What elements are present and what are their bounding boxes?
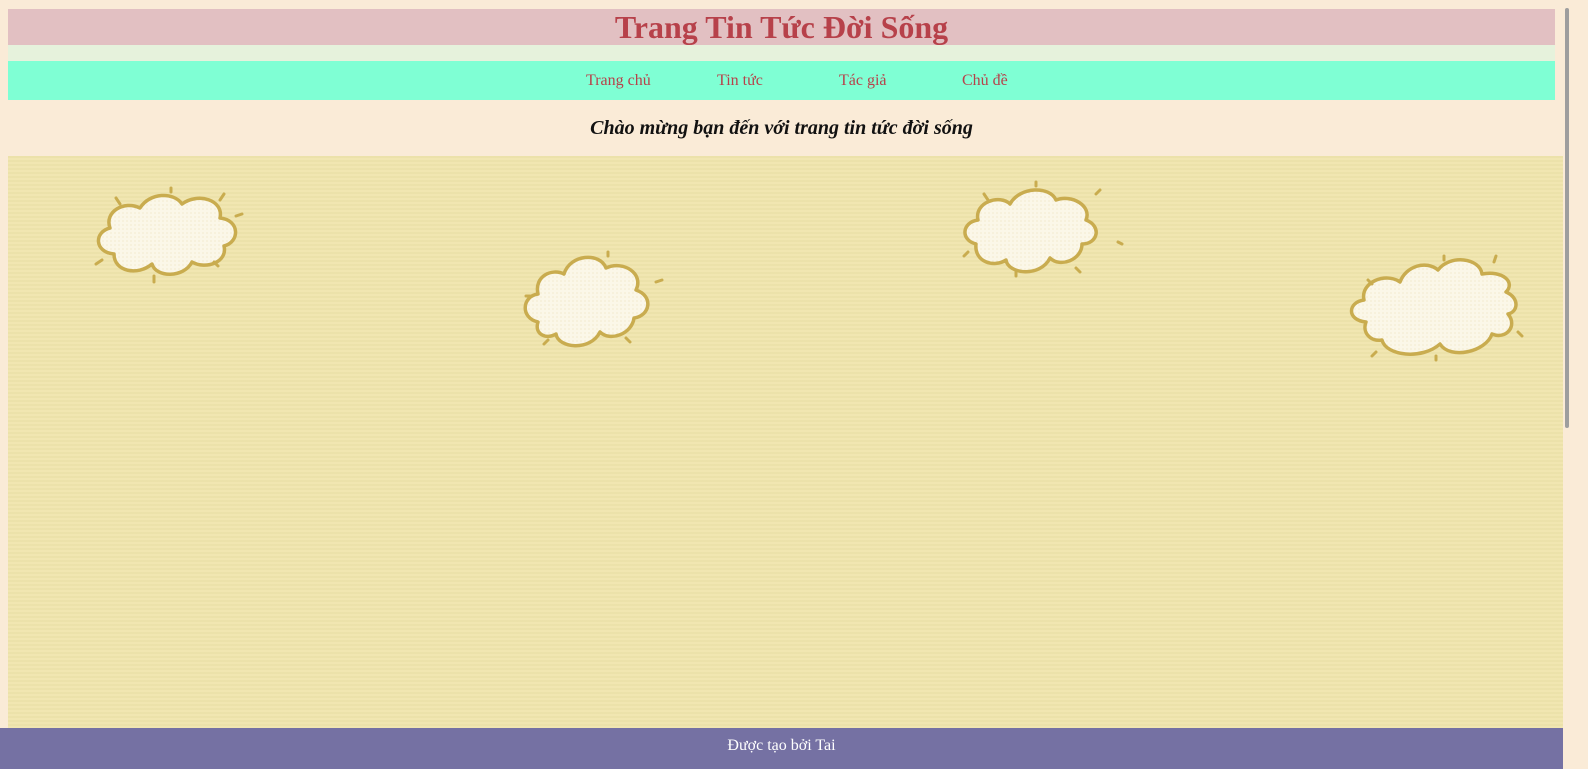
nav-link-topics[interactable]: Chủ đề <box>962 61 1008 101</box>
footer-credit: Được tạo bởi Tai <box>727 737 836 754</box>
nav-link-authors[interactable]: Tác giả <box>839 61 887 101</box>
page-title: Trang Tin Tức Đời Sống <box>614 9 949 45</box>
cloud-icon <box>94 186 244 284</box>
welcome-heading: Chào mừng bạn đến với trang tin tức đời … <box>590 117 973 139</box>
header-divider-band <box>8 45 1555 61</box>
page: Trang Tin Tức Đời Sống Trang chủ Tin tức… <box>0 0 1588 769</box>
scrollbar-thumb[interactable] <box>1565 8 1569 428</box>
cloud-background <box>94 180 1524 362</box>
cloud-icon <box>962 180 1124 278</box>
site-header: Trang Tin Tức Đời Sống <box>8 9 1555 45</box>
nav-link-news[interactable]: Tin tức <box>717 61 763 101</box>
main-nav: Trang chủ Tin tức Tác giả Chủ đề <box>8 61 1555 100</box>
cloud-icon <box>523 250 664 348</box>
cloud-icon <box>1349 254 1524 362</box>
content-area <box>8 156 1563 728</box>
site-footer: Được tạo bởi Tai <box>0 728 1563 769</box>
nav-link-home[interactable]: Trang chủ <box>586 61 651 101</box>
